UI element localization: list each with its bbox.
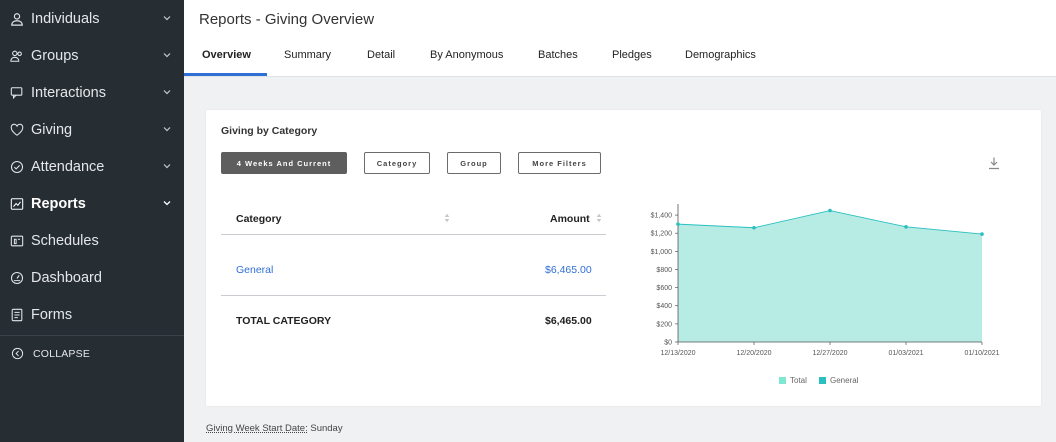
sidebar-item-label: Individuals [31,10,100,27]
collapse-label: COLLAPSE [33,347,91,360]
date-range-filter-button[interactable]: 4 Weeks And Current [221,152,347,174]
data-point [980,232,984,236]
tab-by-anonymous[interactable]: By Anonymous [430,49,503,61]
chevron-down-icon [163,90,171,95]
legend-swatch-general [819,377,826,384]
category-column-header[interactable]: Category [236,213,282,225]
sort-icon[interactable] [444,213,450,223]
page-title: Reports - Giving Overview [199,11,375,28]
tab-overview[interactable]: Overview [202,49,251,61]
chevron-down-icon [163,164,171,169]
total-category-amount: $6,465.00 [545,315,592,327]
area-fill [678,210,982,342]
sidebar-item-interactions[interactable]: Interactions [0,74,184,111]
chart-icon [9,196,25,212]
chat-icon [9,85,25,101]
gauge-icon [9,270,25,286]
sidebar-item-groups[interactable]: Groups [0,37,184,74]
category-filter-button[interactable]: Category [364,152,430,174]
x-tick-label: 12/20/2020 [736,350,771,357]
y-tick-label: $1,400 [651,213,673,220]
check-circle-icon [9,159,25,175]
chevron-down-icon [163,201,171,206]
sidebar-item-label: Interactions [31,84,106,101]
amount-column-header[interactable]: Amount [550,213,590,225]
tab-pledges[interactable]: Pledges [612,49,652,61]
tab-summary[interactable]: Summary [284,49,331,61]
sidebar-item-reports[interactable]: Reports [0,185,184,222]
week-start-value: Sunday [310,423,343,434]
x-tick-label: 01/10/2021 [964,350,999,357]
legend-label-total: Total [790,376,807,385]
y-tick-label: $1,200 [651,231,673,238]
total-category-label: TOTAL CATEGORY [236,315,332,327]
y-tick-label: $600 [656,285,672,292]
sidebar-item-dashboard[interactable]: Dashboard [0,259,184,296]
sidebar-item-label: Dashboard [31,269,102,286]
data-point [904,225,908,229]
chevron-down-icon [163,53,171,58]
legend-swatch-total [779,377,786,384]
schedule-icon [9,233,25,249]
x-tick-label: 01/03/2021 [888,350,923,357]
sidebar-item-label: Attendance [31,158,105,175]
sidebar-item-attendance[interactable]: Attendance [0,148,184,185]
person-icon [9,11,25,27]
sidebar-item-label: Schedules [31,232,99,249]
sidebar-item-schedules[interactable]: Schedules [0,222,184,259]
sidebar-item-label: Forms [31,306,73,323]
table-header-divider [221,234,606,235]
chevron-down-icon [163,127,171,132]
sidebar-item-individuals[interactable]: Individuals [0,0,184,37]
sidebar-item-label: Reports [31,195,86,212]
y-tick-label: $400 [656,303,672,310]
data-point [676,222,680,226]
sort-icon[interactable] [596,213,602,223]
amount-link-general[interactable]: $6,465.00 [545,264,592,276]
y-tick-label: $800 [656,267,672,274]
collapse-button[interactable]: COLLAPSE [0,335,184,371]
data-point [828,208,832,213]
x-tick-label: 12/27/2020 [812,350,847,357]
y-tick-label: $200 [656,321,672,328]
sidebar-item-giving[interactable]: Giving [0,111,184,148]
sidebar: Individuals Groups Interactions Giving A… [0,0,184,442]
data-point [752,225,756,230]
sidebar-item-label: Giving [31,121,73,138]
chevron-left-circle-icon [9,346,25,362]
y-tick-label: $1,000 [651,249,673,256]
sidebar-item-label: Groups [31,47,79,64]
active-tab-indicator [184,73,267,76]
more-filters-button[interactable]: More Filters [518,152,601,174]
giving-area-chart: $0 $200 $400 $600 $800 $1,000 $1,200 $1,400 12/1… [651,204,1000,385]
x-tick-label: 12/13/2020 [660,350,695,357]
table-row-divider [221,295,606,296]
tab-batches[interactable]: Batches [538,49,578,61]
category-link-general[interactable]: General [236,264,273,276]
giving-by-category-card: Giving by Category 4 Weeks And Current C… [206,110,1041,406]
card-title: Giving by Category [221,125,318,137]
heart-icon [9,122,25,138]
form-icon [9,307,25,323]
y-tick-label: $0 [664,340,672,347]
legend-label-general: General [830,376,859,385]
week-start-label: Giving Week Start Date: [206,423,308,434]
footer-note: Giving Week Start Date: Sunday [206,423,343,434]
sidebar-item-forms[interactable]: Forms [0,296,184,333]
tab-demographics[interactable]: Demographics [685,49,756,61]
group-icon [9,48,25,64]
chevron-down-icon [163,16,171,21]
download-icon[interactable] [987,156,1001,170]
page-header: Reports - Giving Overview Overview Summa… [184,0,1056,77]
group-filter-button[interactable]: Group [447,152,501,174]
tab-detail[interactable]: Detail [367,49,395,61]
